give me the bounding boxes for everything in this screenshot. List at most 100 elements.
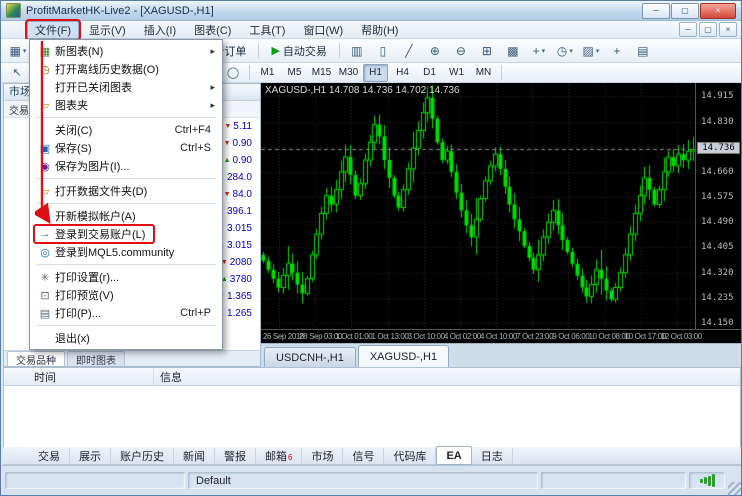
- periods-button[interactable]: ◷▾: [553, 40, 577, 62]
- file-menu-item-11[interactable]: ☻开新模拟帐户(A): [32, 207, 220, 225]
- menu-tools[interactable]: 工具(T): [241, 21, 293, 39]
- print-icon: ▤: [637, 44, 648, 58]
- file-menu-item-13[interactable]: ◎登录到MQL5.community: [32, 243, 220, 261]
- terminal-tab-市场[interactable]: 市场: [302, 448, 343, 464]
- timeframe-mn[interactable]: MN: [471, 64, 496, 82]
- tile-windows-button[interactable]: ⊞: [475, 40, 499, 62]
- terminal-tab-EA[interactable]: EA: [436, 446, 471, 465]
- close-button[interactable]: ×: [700, 3, 736, 19]
- terminal-tab-交易[interactable]: 交易: [29, 448, 70, 464]
- menu-item-content: 打开已关闭图表: [35, 79, 132, 95]
- timeframe-m1[interactable]: M1: [255, 64, 280, 82]
- file-menu-item-9[interactable]: ▱打开数据文件夹(D): [32, 182, 220, 200]
- timeframe-d1[interactable]: D1: [417, 64, 442, 82]
- time-axis-label: 4 Oct 10:00: [480, 332, 517, 341]
- chart-tabs: USDCNH-,H1XAGUSD-,H1: [261, 343, 741, 367]
- resize-grip[interactable]: [728, 482, 741, 495]
- print-button[interactable]: ▤: [631, 40, 655, 62]
- terminal-panel: 时间 信息: [3, 367, 741, 447]
- chart-plot: XAGUSD-,H1 14.708 14.736 14.702 14.736: [261, 83, 695, 329]
- menu-charts[interactable]: 图表(C): [186, 21, 239, 39]
- zoom-out-button[interactable]: ⊖: [449, 40, 473, 62]
- timeframe-m5[interactable]: M5: [282, 64, 307, 82]
- terminal-column-message[interactable]: 信息: [154, 368, 740, 385]
- price-chart-canvas[interactable]: [261, 83, 695, 329]
- file-menu-item-12[interactable]: →登录到交易账户(L): [32, 225, 220, 243]
- timeframe-m30[interactable]: M30: [336, 64, 361, 82]
- chart-tab-0[interactable]: USDCNH-,H1: [264, 347, 356, 367]
- bar-chart-icon: ▥: [351, 44, 362, 58]
- bar-chart-button[interactable]: ▥: [345, 40, 369, 62]
- terminal-tab-账户历史[interactable]: 账户历史: [111, 448, 174, 464]
- shapes-button[interactable]: ◯: [222, 63, 244, 82]
- menu-separator: [36, 203, 216, 204]
- menu-help[interactable]: 帮助(H): [353, 21, 406, 39]
- maximize-button[interactable]: ▢: [671, 3, 699, 19]
- auto-trading-icon: ▶: [271, 44, 279, 57]
- submenu-arrow-icon: ▸: [210, 100, 217, 111]
- menu-item-content: ▱打开数据文件夹(D): [35, 183, 147, 199]
- time-axis[interactable]: 26 Sep 201828 Sep 03:001 Oct 01:001 Oct …: [261, 329, 741, 343]
- child-close-button[interactable]: ×: [719, 22, 737, 37]
- status-profile[interactable]: Default: [188, 472, 538, 489]
- file-menu-item-6[interactable]: ▣保存(S)Ctrl+S: [32, 139, 220, 157]
- terminal-tab-label: EA: [446, 450, 461, 462]
- ask-price: 3.015: [227, 240, 252, 251]
- time-axis-label: 26 Sep 2018: [263, 332, 304, 341]
- menu-file[interactable]: 文件(F): [27, 21, 79, 39]
- file-menu-item-5[interactable]: 关闭(C)Ctrl+F4: [32, 121, 220, 139]
- file-menu-item-17[interactable]: ▤打印(P)...Ctrl+P: [32, 304, 220, 322]
- window-title: ProfitMarketHK-Live2 - [XAGUSD-,H1]: [26, 5, 642, 17]
- timeframe-m15[interactable]: M15: [309, 64, 334, 82]
- terminal-tab-邮箱[interactable]: 邮箱6: [256, 448, 302, 464]
- minimize-button[interactable]: ─: [642, 3, 670, 19]
- chart-tab-1[interactable]: XAGUSD-,H1: [358, 345, 449, 367]
- indicators-button[interactable]: +▾: [527, 40, 551, 62]
- market-watch-tab-1[interactable]: 即时图表: [67, 351, 125, 366]
- current-price-badge: 14.736: [697, 142, 740, 154]
- file-menu-item-16[interactable]: ⊡打印预览(V): [32, 286, 220, 304]
- menu-item-label: 关闭(C): [55, 122, 92, 138]
- file-menu-item-15[interactable]: ✳打印设置(r)...: [32, 268, 220, 286]
- file-menu-item-7[interactable]: ◉保存为图片(I)...: [32, 157, 220, 175]
- terminal-tabs: 交易展示账户历史新闻警报邮箱6市场信号代码库 EA 日志: [3, 447, 741, 465]
- crosshair-button[interactable]: +: [605, 40, 629, 62]
- candlestick-button[interactable]: ▯: [371, 40, 395, 62]
- timeframe-h4[interactable]: H4: [390, 64, 415, 82]
- data-folder-icon: ▱: [35, 185, 55, 198]
- new-chart-button[interactable]: ▦▾: [6, 40, 30, 62]
- auto-trading-button[interactable]: ▶自动交易: [264, 40, 333, 62]
- terminal-tab-警报[interactable]: 警报: [215, 448, 256, 464]
- connection-status-icon: [689, 472, 725, 489]
- title-bar: ProfitMarketHK-Live2 - [XAGUSD-,H1] ─ ▢ …: [1, 1, 741, 21]
- menu-view[interactable]: 显示(V): [81, 21, 134, 39]
- terminal-tab-代码库[interactable]: 代码库: [384, 448, 436, 464]
- terminal-tab-信号[interactable]: 信号: [343, 448, 384, 464]
- menu-window[interactable]: 窗口(W): [295, 21, 351, 39]
- menu-insert[interactable]: 插入(I): [136, 21, 184, 39]
- file-menu-item-3[interactable]: ▱图表夹▸: [32, 96, 220, 114]
- timeframe-w1[interactable]: W1: [444, 64, 469, 82]
- line-chart-button[interactable]: ╱: [397, 40, 421, 62]
- child-restore-button[interactable]: ▢: [699, 22, 717, 37]
- file-menu-item-19[interactable]: 退出(x): [32, 329, 220, 347]
- terminal-column-time[interactable]: 时间: [4, 368, 154, 385]
- templates-button[interactable]: ▨▾: [579, 40, 603, 62]
- terminal-tab-展示[interactable]: 展示: [70, 448, 111, 464]
- file-menu-item-2[interactable]: 打开已关闭图表▸: [32, 78, 220, 96]
- cursor-button[interactable]: ↖: [6, 63, 28, 82]
- terminal-tab-日志[interactable]: 日志: [472, 448, 513, 464]
- cascade-windows-button[interactable]: ▩: [501, 40, 525, 62]
- menu-item-label: 保存为图片(I)...: [55, 158, 130, 174]
- file-menu-item-0[interactable]: ▦新图表(N)▸: [32, 42, 220, 60]
- price-scale[interactable]: 14.91514.83014.74514.66014.57514.49014.4…: [695, 83, 741, 329]
- file-menu-item-1[interactable]: ◷打开离线历史数据(O): [32, 60, 220, 78]
- child-minimize-button[interactable]: ─: [679, 22, 697, 37]
- market-watch-tab-0[interactable]: 交易品种: [7, 351, 65, 366]
- terminal-tab-新闻[interactable]: 新闻: [174, 448, 215, 464]
- zoom-in-button[interactable]: ⊕: [423, 40, 447, 62]
- menu-item-label: 打印预览(V): [55, 287, 114, 303]
- time-axis-label: 7 Oct 23:00: [516, 332, 553, 341]
- print-setup-icon: ✳: [35, 271, 55, 284]
- timeframe-h1[interactable]: H1: [363, 64, 388, 82]
